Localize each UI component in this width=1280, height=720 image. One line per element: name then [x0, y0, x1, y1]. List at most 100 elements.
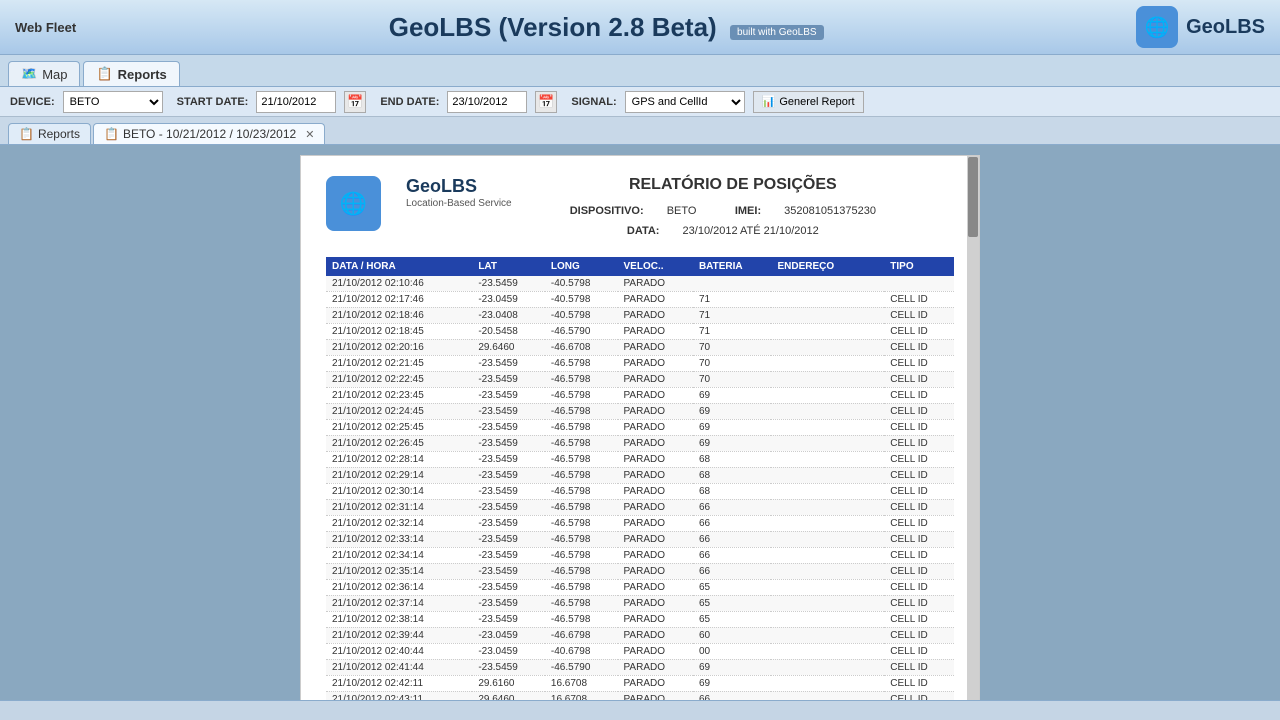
cell-12-3: PARADO: [618, 467, 693, 483]
cell-15-2: -46.5798: [545, 515, 618, 531]
cell-18-6: CELL ID: [884, 563, 954, 579]
start-date-input[interactable]: [256, 91, 336, 113]
subtab-beto-icon: 📋: [104, 127, 119, 141]
report-brand-name: GeoLBS: [406, 176, 512, 198]
end-date-input[interactable]: [447, 91, 527, 113]
data-label: DATA:: [627, 225, 660, 237]
cell-24-5: [771, 659, 884, 675]
cell-7-5: [771, 387, 884, 403]
scrollbar-thumb[interactable]: [968, 157, 978, 237]
cell-13-2: -46.5798: [545, 483, 618, 499]
report-title-area: RELATÓRIO DE POSIÇÕES DISPOSITIVO: BETO …: [512, 176, 954, 242]
cell-20-6: CELL ID: [884, 595, 954, 611]
col-lat: LAT: [472, 257, 545, 276]
cell-26-3: PARADO: [618, 691, 693, 700]
imei-value: 352081051375230: [784, 205, 876, 217]
report-icon: 📊: [762, 95, 776, 108]
cell-23-5: [771, 643, 884, 659]
signal-select[interactable]: GPS and CellId GPS only CellId only: [625, 91, 745, 113]
generate-report-button[interactable]: 📊 Generel Report: [753, 91, 864, 113]
cell-7-6: CELL ID: [884, 387, 954, 403]
cell-20-3: PARADO: [618, 595, 693, 611]
cell-1-4: 71: [693, 291, 772, 307]
cell-24-2: -46.5790: [545, 659, 618, 675]
cell-4-1: 29.6460: [472, 339, 545, 355]
cell-14-0: 21/10/2012 02:31:14: [326, 499, 472, 515]
report-table-body: 21/10/2012 02:10:46-23.5459-40.5798PARAD…: [326, 276, 954, 700]
brand-name: GeoLBS: [1186, 16, 1265, 39]
subtab-reports-icon: 📋: [19, 127, 34, 141]
cell-25-2: 16.6708: [545, 675, 618, 691]
cell-18-4: 66: [693, 563, 772, 579]
table-row: 21/10/2012 02:28:14-23.5459-46.5798PARAD…: [326, 451, 954, 467]
cell-19-2: -46.5798: [545, 579, 618, 595]
cell-7-4: 69: [693, 387, 772, 403]
subtab-reports[interactable]: 📋 Reports: [8, 123, 91, 144]
cell-3-4: 71: [693, 323, 772, 339]
cell-13-6: CELL ID: [884, 483, 954, 499]
cell-10-0: 21/10/2012 02:26:45: [326, 435, 472, 451]
table-row: 21/10/2012 02:40:44-23.0459-40.6798PARAD…: [326, 643, 954, 659]
built-with-badge: built with GeoLBS: [730, 25, 824, 40]
subtab-beto[interactable]: 📋 BETO - 10/21/2012 / 10/23/2012 ✕: [93, 123, 325, 144]
device-select[interactable]: BETO: [63, 91, 163, 113]
cell-12-5: [771, 467, 884, 483]
cell-15-3: PARADO: [618, 515, 693, 531]
cell-3-0: 21/10/2012 02:18:45: [326, 323, 472, 339]
table-row: 21/10/2012 02:33:14-23.5459-46.5798PARAD…: [326, 531, 954, 547]
subtab-close-button[interactable]: ✕: [305, 128, 314, 141]
cell-0-5: [771, 276, 884, 292]
cell-19-3: PARADO: [618, 579, 693, 595]
report-logo: 🌐: [326, 176, 381, 231]
report-title: RELATÓRIO DE POSIÇÕES: [512, 176, 954, 194]
start-date-calendar-button[interactable]: 📅: [344, 91, 366, 113]
cell-11-0: 21/10/2012 02:28:14: [326, 451, 472, 467]
cell-22-6: CELL ID: [884, 627, 954, 643]
scrollbar[interactable]: [967, 156, 979, 700]
cell-25-1: 29.6160: [472, 675, 545, 691]
cell-9-6: CELL ID: [884, 419, 954, 435]
dispositivo-value: BETO: [667, 205, 697, 217]
cell-15-0: 21/10/2012 02:32:14: [326, 515, 472, 531]
cell-21-1: -23.5459: [472, 611, 545, 627]
cell-13-5: [771, 483, 884, 499]
nav-tab-map[interactable]: 🗺️ Map: [8, 61, 80, 86]
cell-22-2: -46.6798: [545, 627, 618, 643]
cell-1-2: -40.5798: [545, 291, 618, 307]
cell-9-1: -23.5459: [472, 419, 545, 435]
nav-tab-reports[interactable]: 📋 Reports: [83, 61, 179, 86]
table-row: 21/10/2012 02:22:45-23.5459-46.5798PARAD…: [326, 371, 954, 387]
cell-19-4: 65: [693, 579, 772, 595]
end-date-label: END DATE:: [380, 96, 439, 108]
map-icon: 🗺️: [21, 66, 37, 82]
cell-6-1: -23.5459: [472, 371, 545, 387]
cell-24-0: 21/10/2012 02:41:44: [326, 659, 472, 675]
cell-9-2: -46.5798: [545, 419, 618, 435]
cell-0-0: 21/10/2012 02:10:46: [326, 276, 472, 292]
cell-21-5: [771, 611, 884, 627]
table-row: 21/10/2012 02:25:45-23.5459-46.5798PARAD…: [326, 419, 954, 435]
main-content: 🌐 GeoLBS Location-Based Service RELATÓRI…: [0, 145, 1280, 700]
cell-8-1: -23.5459: [472, 403, 545, 419]
cell-23-6: CELL ID: [884, 643, 954, 659]
cell-11-6: CELL ID: [884, 451, 954, 467]
cell-19-6: CELL ID: [884, 579, 954, 595]
cell-16-1: -23.5459: [472, 531, 545, 547]
cell-18-2: -46.5798: [545, 563, 618, 579]
cell-12-0: 21/10/2012 02:29:14: [326, 467, 472, 483]
cell-12-6: CELL ID: [884, 467, 954, 483]
cell-10-4: 69: [693, 435, 772, 451]
report-meta: DISPOSITIVO: BETO IMEI: 352081051375230: [512, 202, 954, 222]
cell-7-3: PARADO: [618, 387, 693, 403]
toolbar: DEVICE: BETO START DATE: 📅 END DATE: 📅 S…: [0, 87, 1280, 117]
cell-10-1: -23.5459: [472, 435, 545, 451]
cell-0-1: -23.5459: [472, 276, 545, 292]
cell-9-4: 69: [693, 419, 772, 435]
data-value: 23/10/2012 ATÉ 21/10/2012: [683, 225, 819, 237]
cell-24-6: CELL ID: [884, 659, 954, 675]
cell-11-5: [771, 451, 884, 467]
cell-3-2: -46.5790: [545, 323, 618, 339]
end-date-calendar-button[interactable]: 📅: [535, 91, 557, 113]
table-row: 21/10/2012 02:38:14-23.5459-46.5798PARAD…: [326, 611, 954, 627]
cell-1-0: 21/10/2012 02:17:46: [326, 291, 472, 307]
